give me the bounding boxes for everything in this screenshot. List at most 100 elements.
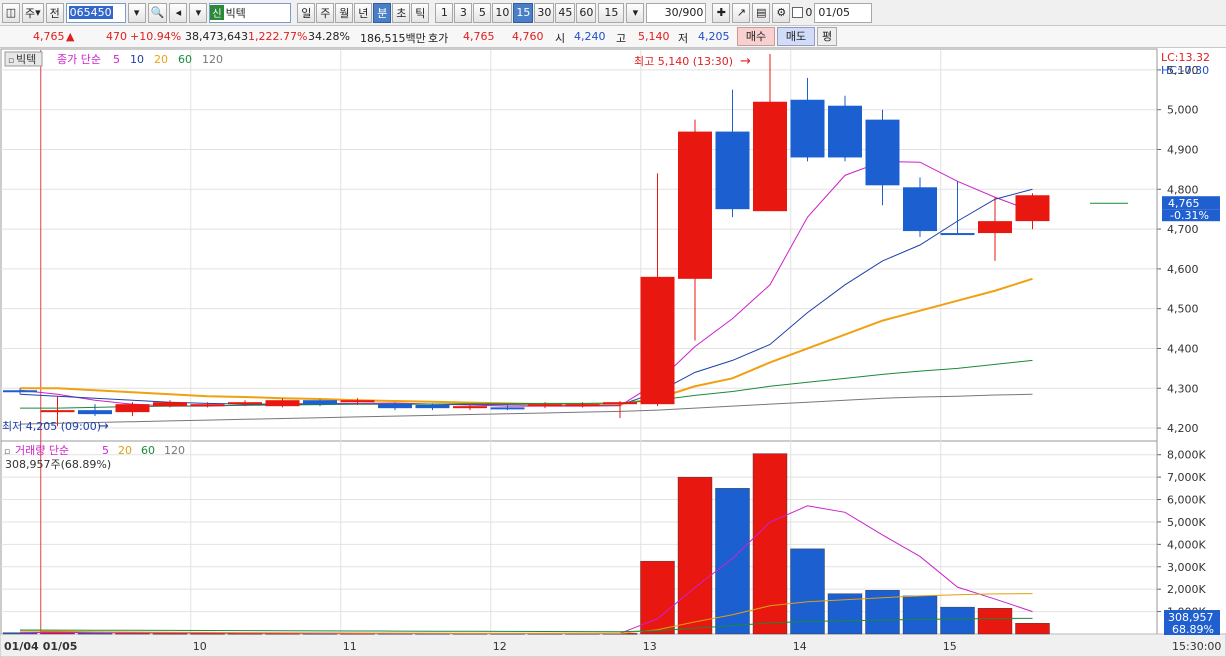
price-tick-label: 4,900 <box>1167 143 1199 156</box>
period-unit-select[interactable]: 주 ▾ <box>22 2 44 23</box>
candle-body <box>1015 195 1050 222</box>
price-legend-prefix: 종가 단순 <box>57 53 101 66</box>
interval-button-3[interactable]: 3 <box>454 2 473 23</box>
lc-label: LC:13.32 <box>1161 51 1210 64</box>
interval-button-1[interactable]: 1 <box>435 2 454 23</box>
candle-body <box>490 407 525 410</box>
candle-body <box>903 187 937 232</box>
trade-amount: 186,515백만 <box>360 32 426 45</box>
volume-bar <box>152 633 188 635</box>
candle-body <box>3 390 37 393</box>
gear-icon[interactable]: ⚙ <box>772 2 791 23</box>
volume-bar <box>677 476 713 635</box>
period-button-5[interactable]: 초 <box>392 2 411 23</box>
current-volume-label: 308,957주(68.89%) <box>5 458 111 471</box>
interval-dropdown-icon[interactable]: ▾ <box>626 2 645 23</box>
interval-button-5[interactable]: 5 <box>473 2 492 23</box>
open-price: 4,240 <box>574 30 606 43</box>
interval-button-60[interactable]: 60 <box>576 2 597 23</box>
stock-tag: 신 <box>210 5 224 20</box>
candle-body <box>78 410 112 415</box>
volume-tick-label: 5,000K <box>1167 516 1206 529</box>
market-select[interactable]: 전 <box>45 2 64 23</box>
volume-legend-period-20: 20 <box>118 444 132 457</box>
period-buttons: 일주월년분초틱 <box>297 2 430 23</box>
code-dropdown-icon[interactable]: ▾ <box>127 2 146 23</box>
interval-button-30[interactable]: 30 <box>534 2 555 23</box>
price-tick-label: 4,800 <box>1167 183 1199 196</box>
interval-button-10[interactable]: 10 <box>492 2 513 23</box>
stock-chart[interactable]: 4,200 4,300 4,400 4,500 4,600 4,700 4,800 4,900… <box>0 48 1226 657</box>
stock-name: 빅텍 <box>225 6 246 20</box>
candle-body <box>715 131 750 210</box>
volume-legend-period-5: 5 <box>102 444 109 457</box>
candle-body <box>265 400 300 407</box>
price-panel-frame <box>0 48 1158 442</box>
interval-buttons: 1 3 5 10 15 30 45 60 <box>435 2 597 23</box>
ask-label: 호가 <box>428 32 449 45</box>
volume-legend-period-60: 60 <box>141 444 155 457</box>
volume-bar <box>940 606 975 635</box>
price-legend-period-20: 20 <box>154 53 168 66</box>
price-tick-label: 5,000 <box>1167 104 1199 117</box>
date-input[interactable]: 01/05 <box>814 2 873 23</box>
low-annotation: 최저 4,205 (09:00) <box>2 420 101 433</box>
candle-body <box>378 404 412 409</box>
volume-tick-label: 3,000K <box>1167 561 1206 574</box>
speaker-icon[interactable]: ◂ <box>169 2 188 23</box>
volume-panel-menu-icon: ▫ <box>4 447 10 457</box>
price-legend-period-5: 5 <box>113 53 120 66</box>
volume-bar <box>977 608 1013 635</box>
candle-body <box>940 233 975 236</box>
period-button-2[interactable]: 월 <box>335 2 354 23</box>
print-icon[interactable]: ▤ <box>752 2 771 23</box>
price-tick-label: 4,500 <box>1167 303 1199 316</box>
candle-body <box>640 276 675 405</box>
change-percent: +10.94% <box>130 30 182 43</box>
volume-bar <box>1015 623 1050 635</box>
candle-body <box>453 406 487 409</box>
date-checkbox[interactable]: 0 <box>792 6 812 19</box>
period-button-6[interactable]: 틱 <box>411 2 430 23</box>
buy-button[interactable]: 매수 <box>737 27 775 46</box>
sell-button[interactable]: 매도 <box>777 27 815 46</box>
history-dropdown-icon[interactable]: ▾ <box>189 2 208 23</box>
change-amount: 470 <box>106 30 127 43</box>
period-button-4[interactable]: 분 <box>373 2 392 23</box>
candle-body <box>115 404 150 413</box>
checkbox-label: 0 <box>805 6 813 19</box>
open-label: 시 <box>555 32 566 45</box>
low-price: 4,205 <box>698 30 730 43</box>
checkbox-icon[interactable] <box>792 7 804 18</box>
stock-code-input[interactable]: 065450 <box>65 2 126 23</box>
search-icon[interactable]: 🔍 <box>147 2 168 23</box>
quote-info-bar: 4,765 ▲ 470 +10.94% 38,473,643 1,222.77%… <box>0 26 1226 48</box>
crosshair-icon[interactable]: ✚ <box>712 2 731 23</box>
x-hour-label: 11 <box>343 640 357 653</box>
panel-menu-icon: ▫ <box>8 56 14 66</box>
price-legend-period-60: 60 <box>178 53 192 66</box>
period-button-3[interactable]: 년 <box>354 2 373 23</box>
hc-label: HC:-7.30 <box>1161 64 1209 77</box>
candle-body <box>753 101 787 212</box>
high-price: 5,140 <box>638 30 670 43</box>
interval-value-select[interactable]: 15 <box>598 2 625 23</box>
volume-bar <box>77 632 113 635</box>
average-button[interactable]: 평 <box>817 27 837 46</box>
interval-button-15[interactable]: 15 <box>513 2 534 23</box>
low-annotation-arrow: → <box>98 419 109 434</box>
chart-type-icon[interactable]: ◫ <box>2 2 20 23</box>
stock-code-value: 065450 <box>68 6 113 19</box>
candle-body <box>828 105 862 158</box>
stock-name-field[interactable]: 신 빅텍 <box>209 2 292 23</box>
period-button-1[interactable]: 주 <box>316 2 335 23</box>
candle-body <box>790 99 825 158</box>
data-count-field[interactable]: 30/900 <box>646 2 707 23</box>
interval-button-45[interactable]: 45 <box>555 2 576 23</box>
price-legend-period-120: 120 <box>202 53 223 66</box>
drawing-tool-icon[interactable]: ↗ <box>732 2 751 23</box>
high-annotation-arrow: → <box>740 54 751 69</box>
period-button-0[interactable]: 일 <box>297 2 316 23</box>
x-date-label-left: 01/04 <box>4 640 39 653</box>
candle-body <box>865 119 900 186</box>
